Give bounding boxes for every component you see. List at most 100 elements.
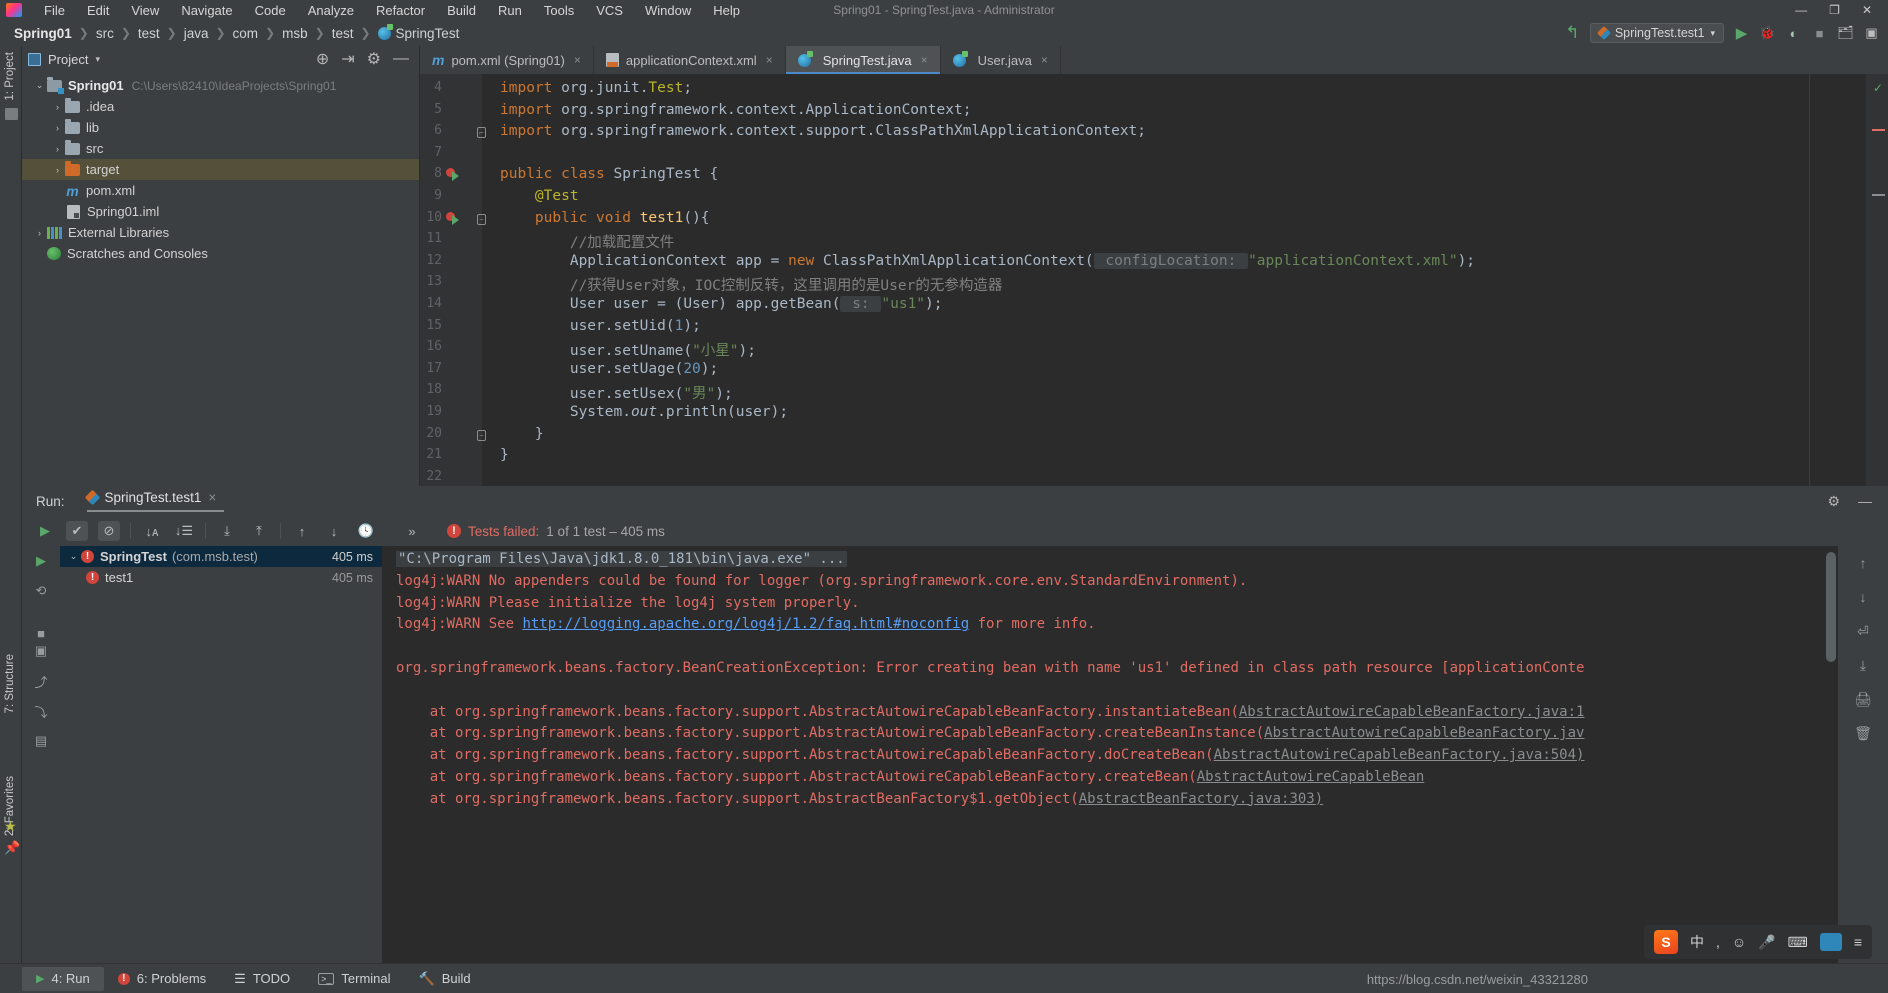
stop-icon[interactable]: ■ xyxy=(1811,25,1828,42)
pin-icon[interactable]: 📌 xyxy=(4,840,20,856)
editor-tab-pom-xml[interactable]: m pom.xml (Spring01) × xyxy=(420,46,594,74)
tree-node-src[interactable]: › src xyxy=(22,138,419,159)
collapse-all-icon[interactable]: ⇥ xyxy=(341,49,354,69)
menu-icon[interactable]: ≡ xyxy=(1854,934,1862,950)
code-fold-icon[interactable]: − xyxy=(477,213,486,225)
keyboard-icon[interactable]: ⌨ xyxy=(1788,934,1808,951)
test-history-icon[interactable]: 🕓 xyxy=(355,521,377,541)
down-icon[interactable]: ↓ xyxy=(1838,580,1888,614)
chevron-down-icon[interactable]: ▾ xyxy=(1710,28,1715,39)
chevron-down-icon[interactable]: ⌄ xyxy=(66,551,81,562)
code-editor[interactable]: import org.junit.Test; import org.springf… xyxy=(420,74,1888,486)
close-icon[interactable]: × xyxy=(574,53,581,67)
tree-node-external-libraries[interactable]: › External Libraries xyxy=(22,222,419,243)
chevron-right-icon[interactable]: › xyxy=(32,228,47,238)
editor-tab-user-java[interactable]: User.java × xyxy=(941,46,1061,74)
import-icon[interactable]: ⤵ xyxy=(22,696,60,726)
breadcrumb-project[interactable]: Spring01 xyxy=(14,26,72,41)
tree-node-pom[interactable]: m pom.xml xyxy=(22,180,419,201)
tree-node-iml[interactable]: Spring01.iml xyxy=(22,201,419,222)
ime-toolbar[interactable]: S 中 , ☺ 🎤 ⌨ ≡ xyxy=(1643,925,1872,959)
menu-help[interactable]: Help xyxy=(713,3,740,18)
chevron-right-icon[interactable]: › xyxy=(50,123,65,133)
mic-icon[interactable]: 🎤 xyxy=(1758,934,1775,951)
console-line[interactable]: at org.springframework.beans.factory.sup… xyxy=(396,747,1585,763)
code-fold-icon[interactable]: − xyxy=(477,429,486,441)
comma-icon[interactable]: , xyxy=(1716,934,1720,950)
sidebar-tab-structure[interactable]: 7: Structure xyxy=(4,654,16,713)
previous-failed-icon[interactable]: ↑ xyxy=(291,521,313,541)
tree-node-idea[interactable]: › .idea xyxy=(22,96,419,117)
console-line[interactable]: at org.springframework.beans.factory.sup… xyxy=(396,725,1585,741)
menu-build[interactable]: Build xyxy=(447,3,476,18)
chevron-right-icon[interactable]: › xyxy=(50,102,65,112)
close-icon[interactable]: ✕ xyxy=(1862,3,1872,17)
settings-icon[interactable]: ⚙ xyxy=(1827,493,1840,510)
breadcrumb-test-pkg[interactable]: test xyxy=(332,26,354,41)
console-line[interactable]: at org.springframework.beans.factory.sup… xyxy=(396,791,1323,807)
stacktrace-link[interactable]: AbstractAutowireCapableBeanFactory.jav xyxy=(1264,725,1584,741)
chevron-right-icon[interactable]: › xyxy=(50,165,65,175)
breadcrumb-class[interactable]: SpringTest xyxy=(396,26,460,41)
rerun-failed-icon[interactable]: ⟲ xyxy=(22,576,60,606)
minimize-icon[interactable]: — xyxy=(1795,3,1807,17)
tree-node-lib[interactable]: › lib xyxy=(22,117,419,138)
console-line[interactable]: at org.springframework.beans.factory.sup… xyxy=(396,769,1425,785)
breadcrumb-com[interactable]: com xyxy=(233,26,259,41)
editor-markers-gutter[interactable]: ✓ xyxy=(1866,74,1888,486)
run-configuration-selector[interactable]: SpringTest.test1 ▾ xyxy=(1589,23,1724,43)
run-with-coverage-icon[interactable]: ◐ xyxy=(1785,25,1802,42)
status-tab-problems[interactable]: ! 6: Problems xyxy=(104,967,220,991)
breadcrumb-test[interactable]: test xyxy=(138,26,160,41)
console-scrollbar[interactable] xyxy=(1826,552,1836,662)
breadcrumb[interactable]: Spring01 ❯ src ❯ test ❯ java ❯ com ❯ msb… xyxy=(14,23,460,41)
editor-tab-spring-test-java[interactable]: SpringTest.java × xyxy=(785,46,941,74)
camera-icon[interactable]: ▣ xyxy=(22,636,60,666)
breadcrumb-java[interactable]: java xyxy=(184,26,209,41)
expand-all-icon[interactable]: ⤓ xyxy=(216,521,238,541)
layout-icon[interactable]: ▤ xyxy=(22,726,60,756)
print-icon[interactable]: 🖨 xyxy=(1838,682,1888,716)
collapse-all-icon[interactable]: ⤒ xyxy=(248,521,270,541)
sidebar-tab-project[interactable]: 1: Project xyxy=(4,52,16,101)
menu-bar[interactable]: File Edit View Navigate Code Analyze Ref… xyxy=(44,3,740,18)
status-tab-terminal[interactable]: >_ Terminal xyxy=(304,967,404,991)
build-project-icon[interactable]: 🗂 xyxy=(1837,25,1854,42)
stop-icon[interactable]: ■ xyxy=(22,606,60,641)
console-hyperlink[interactable]: http://logging.apache.org/log4j/1.2/faq.… xyxy=(522,616,969,632)
chevron-right-icon[interactable]: › xyxy=(50,144,65,154)
run-test-gutter-icon[interactable] xyxy=(446,168,460,182)
code-fold-icon[interactable]: ⌐ xyxy=(477,127,486,139)
restore-icon[interactable]: ❐ xyxy=(1829,3,1840,17)
tree-node-spring01[interactable]: ⌄ Spring01 C:\Users\82410\IdeaProjects\S… xyxy=(22,75,419,96)
stacktrace-link[interactable]: AbstractAutowireCapableBean xyxy=(1197,769,1425,785)
chevron-down-icon[interactable]: ▾ xyxy=(95,54,100,65)
show-passed-icon[interactable]: ✔ xyxy=(66,521,88,541)
clear-all-icon[interactable]: 🗑 xyxy=(1838,716,1888,750)
hide-icon[interactable]: — xyxy=(393,50,409,68)
console-line[interactable]: at org.springframework.beans.factory.sup… xyxy=(396,704,1585,720)
menu-vcs[interactable]: VCS xyxy=(596,3,623,18)
menu-tools[interactable]: Tools xyxy=(544,3,574,18)
stacktrace-link[interactable]: AbstractAutowireCapableBeanFactory.java:… xyxy=(1214,747,1585,763)
project-tree[interactable]: ⌄ Spring01 C:\Users\82410\IdeaProjects\S… xyxy=(22,72,419,264)
status-tab-run[interactable]: ▶ 4: Run xyxy=(22,966,104,991)
console-output[interactable]: "C:\Program Files\Java\jdk1.8.0_181\bin\… xyxy=(382,546,1838,963)
test-results-tree[interactable]: ⌄ ! SpringTest (com.msb.test) 405 ms ! t… xyxy=(60,546,382,963)
test-row-test1[interactable]: ! test1 405 ms xyxy=(60,567,382,588)
status-tab-build[interactable]: 🔨 Build xyxy=(405,967,485,991)
menu-code[interactable]: Code xyxy=(255,3,286,18)
locate-icon[interactable]: ⊕ xyxy=(316,49,329,69)
run-test-gutter-icon[interactable] xyxy=(446,211,460,226)
hide-ignored-icon[interactable]: ⊘ xyxy=(98,521,120,541)
console-line[interactable]: log4j:WARN See http://logging.apache.org… xyxy=(396,616,1096,632)
menu-window[interactable]: Window xyxy=(645,3,691,18)
close-icon[interactable]: × xyxy=(208,490,216,505)
sogou-ime-icon[interactable]: S xyxy=(1653,930,1678,954)
stacktrace-link[interactable]: AbstractAutowireCapableBeanFactory.java:… xyxy=(1239,704,1585,720)
smiley-icon[interactable]: ☺ xyxy=(1732,934,1746,950)
tree-node-target[interactable]: › target xyxy=(22,159,419,180)
inspection-status-icon[interactable]: ✓ xyxy=(1873,81,1884,95)
next-failed-icon[interactable]: ↓ xyxy=(323,521,345,541)
more-icon[interactable]: » xyxy=(401,521,423,541)
